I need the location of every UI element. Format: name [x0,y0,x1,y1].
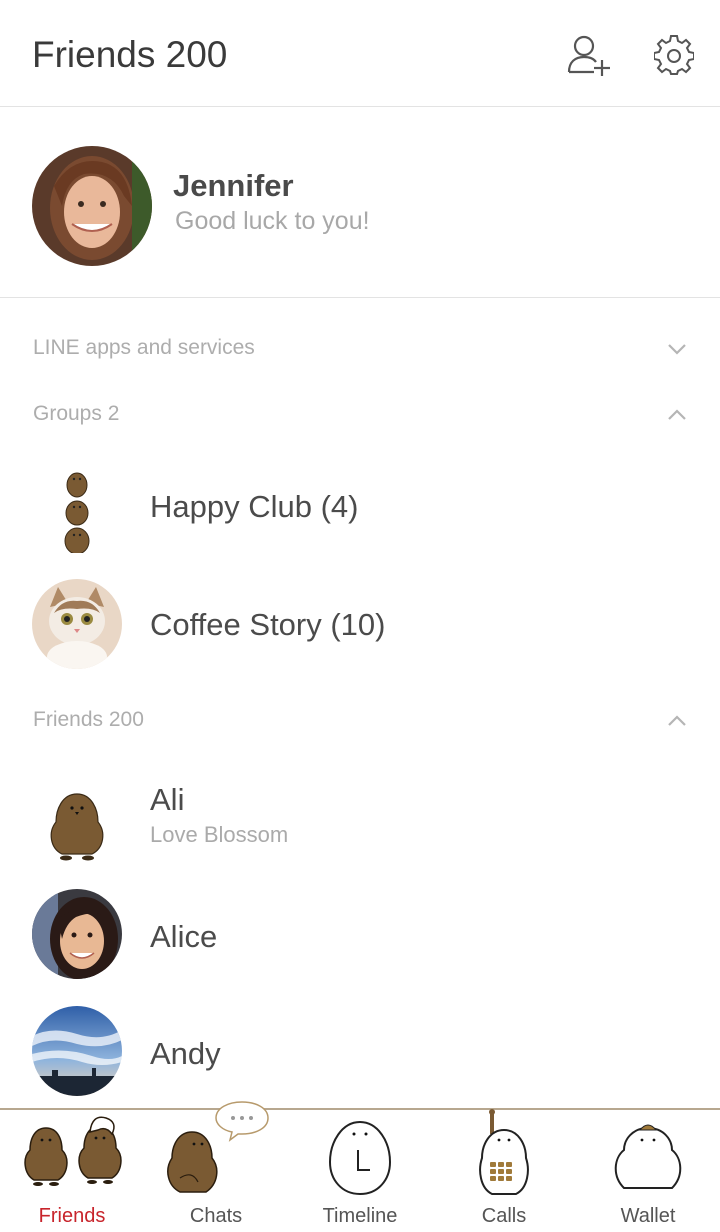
phone-icon [479,1109,529,1195]
chats-tab-icon [167,1101,269,1193]
friends-tab-icon [24,1116,122,1186]
tab-timeline[interactable]: Timeline [288,1110,432,1232]
profile-avatar[interactable] [32,146,152,266]
chevron-up-icon[interactable] [666,712,688,730]
tab-wallet[interactable]: Wallet [576,1110,720,1232]
group-row-happy-club[interactable]: Happy Club (4) [0,453,720,563]
group-name: Coffee Story (10) [150,607,386,642]
friend-avatar [32,774,122,864]
group-row-coffee-story[interactable]: Coffee Story (10) [0,569,720,679]
gear-icon[interactable] [654,35,694,75]
friend-avatar [32,1006,122,1096]
group-avatar [32,579,122,669]
friend-avatar [32,889,122,979]
header-bar: Friends 200 [0,0,720,107]
section-label: Groups 2 [33,402,120,425]
section-label: Friends 200 [33,708,144,731]
friend-row-alice[interactable]: Alice [0,879,720,989]
add-friend-icon[interactable] [566,34,612,76]
clock-icon [328,1120,392,1196]
section-label: LINE apps and services [33,336,255,359]
section-groups[interactable]: Groups 2 [0,388,720,444]
group-name: Happy Club (4) [150,489,359,524]
tab-label: Timeline [322,1205,398,1227]
group-avatar [32,463,122,553]
tab-label: Wallet [620,1205,676,1227]
tab-friends[interactable]: Friends [0,1110,144,1232]
friend-row-ali[interactable]: Ali Love Blossom [0,764,720,874]
tab-label: Calls [481,1205,527,1227]
friend-status-message: Love Blossom [150,822,289,847]
friend-name: Alice [150,919,218,954]
section-friends[interactable]: Friends 200 [0,694,720,750]
my-profile[interactable]: Jennifer Good luck to you! [0,108,720,298]
friend-name: Ali [150,782,185,817]
tab-calls[interactable]: Calls [432,1109,576,1232]
tab-label: Friends [38,1205,106,1227]
tab-chats[interactable]: Chats [144,1101,288,1232]
section-line-apps-services[interactable]: LINE apps and services [0,322,720,378]
tab-label: Chats [189,1205,243,1227]
chevron-down-icon[interactable] [666,340,688,358]
wallet-icon [614,1124,682,1189]
profile-name: Jennifer [173,168,294,203]
chevron-up-icon[interactable] [666,406,688,424]
friend-name: Andy [150,1036,221,1071]
bottom-tab-bar: Friends Chats Timeline Calls Wallet [0,1101,720,1232]
profile-status-message: Good luck to you! [175,207,370,235]
friend-row-andy[interactable]: Andy [0,996,720,1106]
page-title: Friends 200 [32,34,228,75]
